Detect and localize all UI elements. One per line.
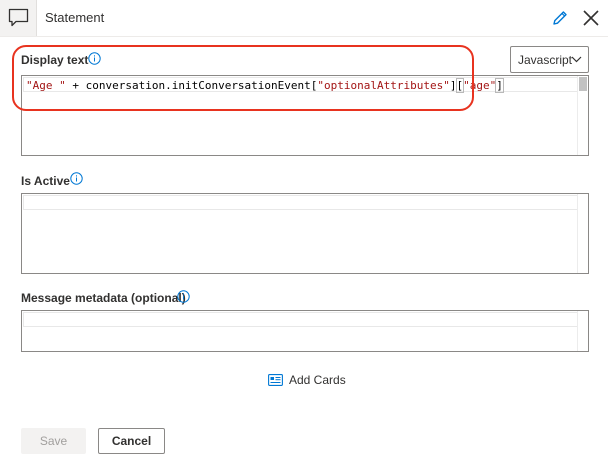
is-active-label: Is Active	[21, 174, 70, 188]
display-text-label: Display text	[21, 53, 89, 67]
editor-scrollbar-thumb[interactable]	[579, 77, 587, 91]
chevron-down-icon	[571, 56, 582, 63]
code-token: "Age "	[26, 79, 66, 92]
info-icon[interactable]	[70, 172, 83, 185]
editor-current-line	[23, 312, 578, 327]
panel-type-badge	[0, 0, 37, 36]
is-active-editor[interactable]	[21, 193, 589, 274]
display-text-editor[interactable]: "Age " + conversation.initConversationEv…	[21, 75, 589, 156]
code-token: ]	[495, 78, 504, 93]
card-icon	[268, 374, 283, 386]
message-metadata-editor[interactable]	[21, 310, 589, 352]
code-token: "age"	[463, 79, 497, 92]
message-metadata-label: Message metadata (optional)	[21, 291, 186, 305]
editor-current-line	[23, 195, 578, 210]
panel-header: Statement	[0, 0, 608, 36]
text-cursor	[502, 79, 504, 91]
code-token: + conversation.initConversationEvent[	[65, 79, 318, 92]
language-select-value: Javascript	[518, 53, 573, 67]
info-icon[interactable]	[88, 52, 101, 65]
editor-scrollbar[interactable]	[577, 76, 588, 155]
pencil-icon[interactable]	[551, 9, 569, 27]
code-token: "optionalAttributes"	[317, 79, 450, 92]
save-button[interactable]: Save	[21, 428, 86, 454]
editor-scrollbar[interactable]	[577, 194, 588, 273]
cancel-button[interactable]: Cancel	[98, 428, 165, 454]
language-select[interactable]: Javascript	[510, 46, 589, 73]
header-divider	[0, 36, 608, 37]
panel-title: Statement	[45, 10, 105, 25]
comment-icon	[8, 8, 29, 27]
add-cards-label: Add Cards	[289, 373, 346, 387]
info-icon[interactable]	[177, 290, 190, 303]
display-text-code[interactable]: "Age " + conversation.initConversationEv…	[26, 78, 504, 93]
editor-scrollbar[interactable]	[577, 311, 588, 351]
code-token: ]	[449, 79, 457, 92]
close-icon[interactable]	[582, 9, 600, 27]
